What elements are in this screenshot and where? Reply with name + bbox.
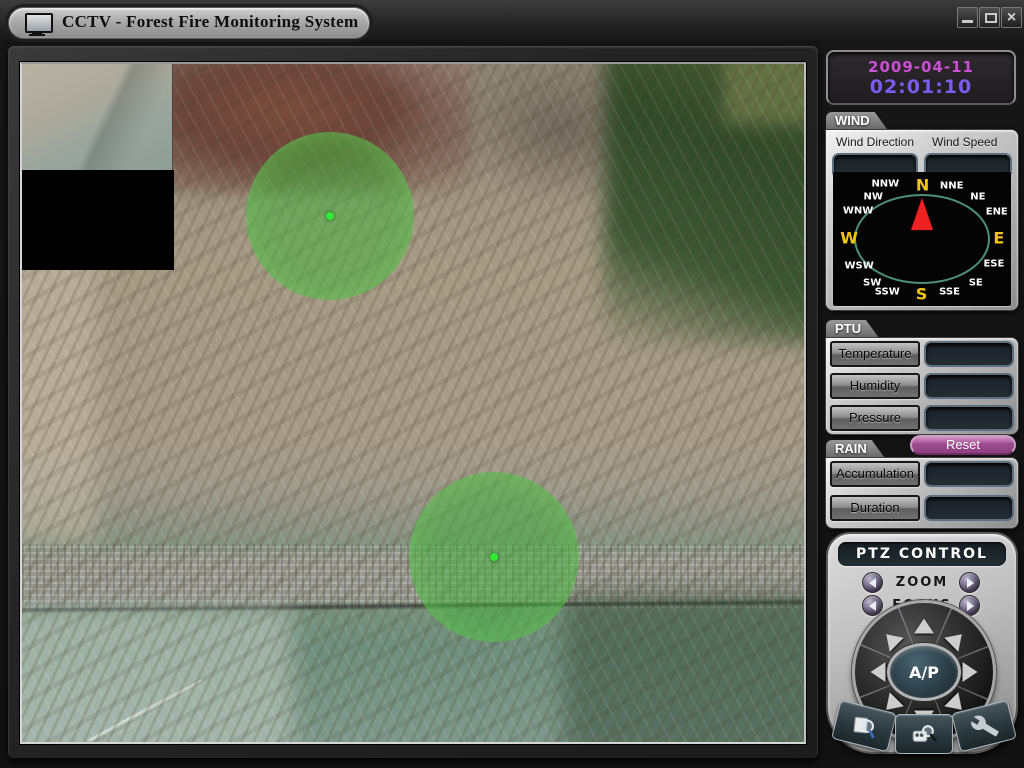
window-controls: ×: [957, 7, 1022, 28]
zoom-in-button[interactable]: [959, 572, 980, 593]
rain-panel: RAIN Reset Accumulation Duration: [826, 440, 1018, 528]
compass-point-wnw: WNW: [843, 205, 873, 216]
accumulation-value: [924, 461, 1014, 487]
wind-speed-label: Wind Speed: [932, 135, 997, 149]
auto-pan-button[interactable]: A/P: [887, 643, 961, 701]
dpad-up-left-button[interactable]: [879, 627, 904, 652]
compass-point-ene: ENE: [986, 207, 1008, 218]
close-button[interactable]: ×: [1001, 7, 1022, 28]
camera-feed-offline[interactable]: [22, 170, 174, 270]
humidity-button[interactable]: Humidity: [830, 373, 920, 399]
ptu-panel-body: Temperature Humidity Pressure: [826, 338, 1018, 434]
compass-point-w: W: [840, 229, 858, 248]
reset-button[interactable]: Reset: [910, 435, 1016, 455]
ptz-panel-title: PTZ CONTROL: [838, 542, 1006, 566]
compass-point-nne: NNE: [940, 180, 964, 191]
window-title: CCTV - Forest Fire Monitoring System: [62, 12, 358, 34]
maximize-icon: [985, 13, 997, 23]
date-text: 2009-04-11: [868, 58, 974, 76]
wind-direction-label: Wind Direction: [836, 135, 914, 149]
close-icon: ×: [1002, 8, 1021, 27]
duration-button[interactable]: Duration: [830, 495, 920, 521]
camera-position-dot[interactable]: [326, 212, 334, 220]
wind-panel-body: Wind Direction Wind Speed NNNENEENEEESES…: [826, 130, 1018, 310]
wind-panel-tab: WIND: [826, 112, 888, 130]
compass: NNNENEENEEESESESSESSSWSWWSWWWNWNWNNW: [833, 172, 1011, 306]
dpad-up-right-button[interactable]: [944, 627, 969, 652]
compass-point-nnw: NNW: [871, 179, 899, 190]
compass-needle: [911, 198, 933, 230]
dpad-up-button[interactable]: [914, 619, 934, 634]
temperature-value: [924, 341, 1014, 367]
compass-point-sse: SSE: [939, 287, 960, 298]
compass-point-sw: SW: [863, 277, 881, 288]
record-search-button[interactable]: [895, 714, 953, 754]
temperature-button[interactable]: Temperature: [830, 341, 920, 367]
wrench-icon: [968, 710, 1001, 743]
humidity-value: [924, 373, 1014, 399]
application-window: CCTV - Forest Fire Monitoring System ×: [0, 0, 1024, 768]
compass-point-nw: NW: [864, 192, 883, 203]
ptz-control-panel: PTZ CONTROL ZOOM FOCUS A/P: [826, 532, 1018, 754]
monitoring-zone-1[interactable]: [246, 132, 414, 300]
right-arrow-icon: [967, 578, 974, 588]
monitoring-zone-2[interactable]: [409, 472, 579, 642]
maximize-button[interactable]: [979, 7, 1000, 28]
time-text: 02:01:10: [870, 76, 973, 98]
ptu-panel-tab: PTU: [826, 320, 879, 338]
satellite-map[interactable]: [20, 62, 806, 744]
title-pill: CCTV - Forest Fire Monitoring System: [8, 7, 370, 39]
dpad-right-button[interactable]: [963, 662, 978, 682]
pressure-value: [924, 405, 1014, 431]
compass-point-ne: NE: [970, 192, 985, 203]
pressure-button[interactable]: Pressure: [830, 405, 920, 431]
duration-value: [924, 495, 1014, 521]
title-bar: CCTV - Forest Fire Monitoring System ×: [0, 0, 1024, 44]
minimize-button[interactable]: [957, 7, 978, 28]
map-frame: [8, 46, 818, 758]
right-arrow-icon: [967, 601, 974, 611]
camera-feed-thumbnail[interactable]: [22, 64, 172, 170]
zoom-label: ZOOM: [828, 572, 1016, 594]
camera-position-dot[interactable]: [490, 553, 498, 561]
compass-point-s: S: [916, 284, 928, 303]
dpad-left-button[interactable]: [871, 662, 886, 682]
ptu-panel: PTU Temperature Humidity Pressure: [826, 320, 1018, 434]
compass-point-e: E: [993, 229, 1004, 248]
map-search-icon: [848, 710, 881, 743]
zoom-row: ZOOM: [828, 572, 1016, 594]
rain-panel-body: Accumulation Duration: [826, 458, 1018, 528]
accumulation-button[interactable]: Accumulation: [830, 461, 920, 487]
compass-point-n: N: [916, 176, 929, 195]
datetime-display: 2009-04-11 02:01:10: [826, 50, 1016, 105]
compass-point-wsw: WSW: [845, 260, 874, 271]
rain-panel-tab: RAIN: [826, 440, 885, 458]
record-search-icon: [911, 721, 938, 748]
computer-icon: [25, 13, 53, 33]
minimize-icon: [962, 20, 973, 23]
compass-point-ese: ESE: [983, 259, 1004, 270]
wind-panel: WIND Wind Direction Wind Speed N NNE NEENE…: [826, 112, 1018, 310]
compass-point-se: SE: [969, 277, 983, 288]
